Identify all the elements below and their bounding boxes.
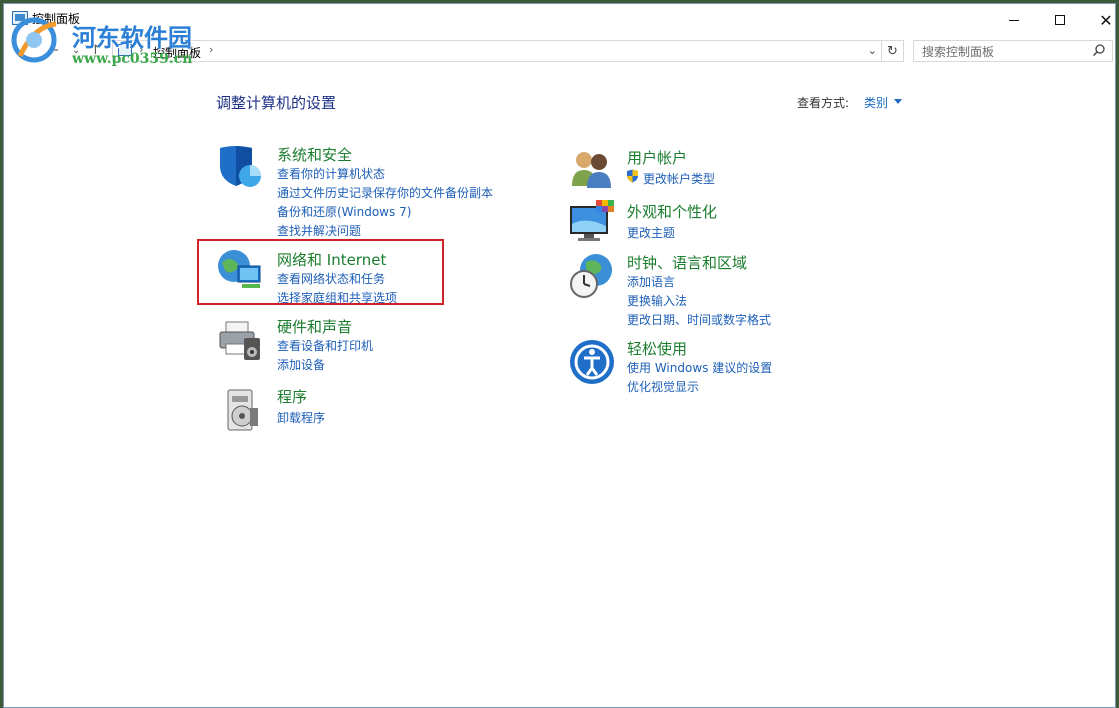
- category-title-system-security[interactable]: 系统和安全: [277, 144, 352, 165]
- watermark-logo-icon: [11, 17, 57, 63]
- watermark-title: 河东软件园: [72, 23, 192, 52]
- uac-shield-icon: [627, 169, 638, 183]
- refresh-button[interactable]: ↻: [882, 40, 904, 62]
- search-input[interactable]: [922, 42, 1092, 62]
- category-title-user-accounts[interactable]: 用户帐户: [627, 147, 687, 168]
- category-title-clock-language-region[interactable]: 时钟、语言和区域: [627, 252, 747, 273]
- address-bar[interactable]: › 控制面板 › ⌄: [112, 40, 882, 62]
- category-title-hardware-sound[interactable]: 硬件和声音: [277, 316, 352, 337]
- control-panel-window: 控制面板 ✕ 河东软件园 www.pc0359.cn ← ⌄ ↑ › 控制面板 …: [3, 3, 1116, 708]
- link-view-computer-status[interactable]: 查看你的计算机状态: [277, 165, 385, 182]
- watermark-url: www.pc0359.cn: [72, 51, 193, 67]
- close-icon: ✕: [1099, 10, 1113, 30]
- link-optimize-visual-display[interactable]: 优化视觉显示: [627, 378, 699, 395]
- globe-clock-icon[interactable]: [568, 252, 616, 300]
- link-change-date-time-format[interactable]: 更改日期、时间或数字格式: [627, 311, 771, 328]
- category-title-ease-of-access[interactable]: 轻松使用: [627, 338, 687, 359]
- maximize-icon: [1055, 15, 1065, 25]
- users-icon[interactable]: [568, 144, 616, 192]
- link-add-language[interactable]: 添加语言: [627, 273, 675, 290]
- highlight-box: [197, 239, 444, 305]
- close-button[interactable]: ✕: [1083, 4, 1119, 36]
- address-dropdown-icon[interactable]: ⌄: [868, 44, 877, 57]
- link-backup-restore-win7[interactable]: 备份和还原(Windows 7): [277, 203, 411, 220]
- category-title-programs[interactable]: 程序: [277, 386, 307, 407]
- link-windows-suggested-settings[interactable]: 使用 Windows 建议的设置: [627, 359, 772, 376]
- maximize-button[interactable]: [1037, 4, 1083, 36]
- monitor-palette-icon[interactable]: [568, 198, 616, 246]
- view-by-label: 查看方式:: [797, 96, 850, 110]
- link-add-device[interactable]: 添加设备: [277, 356, 325, 373]
- search-icon[interactable]: [1092, 43, 1106, 57]
- view-by-caret-icon[interactable]: [894, 99, 902, 104]
- refresh-icon: ↻: [887, 43, 898, 59]
- minimize-button[interactable]: [991, 4, 1037, 36]
- link-devices-printers[interactable]: 查看设备和打印机: [277, 337, 373, 354]
- link-uninstall-program[interactable]: 卸载程序: [277, 409, 325, 426]
- link-change-input-method[interactable]: 更换输入法: [627, 292, 687, 309]
- category-title-appearance[interactable]: 外观和个性化: [627, 201, 717, 222]
- link-troubleshoot[interactable]: 查找并解决问题: [277, 222, 361, 239]
- breadcrumb-chevron-icon[interactable]: ›: [209, 43, 213, 56]
- link-file-history-backup[interactable]: 通过文件历史记录保存你的文件备份副本: [277, 184, 493, 201]
- view-by-dropdown[interactable]: 类别: [864, 94, 888, 111]
- link-change-account-type[interactable]: 更改帐户类型: [643, 170, 715, 187]
- search-box[interactable]: [913, 40, 1113, 62]
- page-title: 调整计算机的设置: [216, 94, 337, 112]
- printer-speaker-icon[interactable]: [216, 316, 264, 364]
- minimize-icon: [1009, 19, 1019, 21]
- shield-icon[interactable]: [216, 142, 264, 190]
- link-change-theme[interactable]: 更改主题: [627, 224, 675, 241]
- programs-disc-icon[interactable]: [218, 386, 266, 434]
- ease-of-access-icon[interactable]: [568, 338, 616, 386]
